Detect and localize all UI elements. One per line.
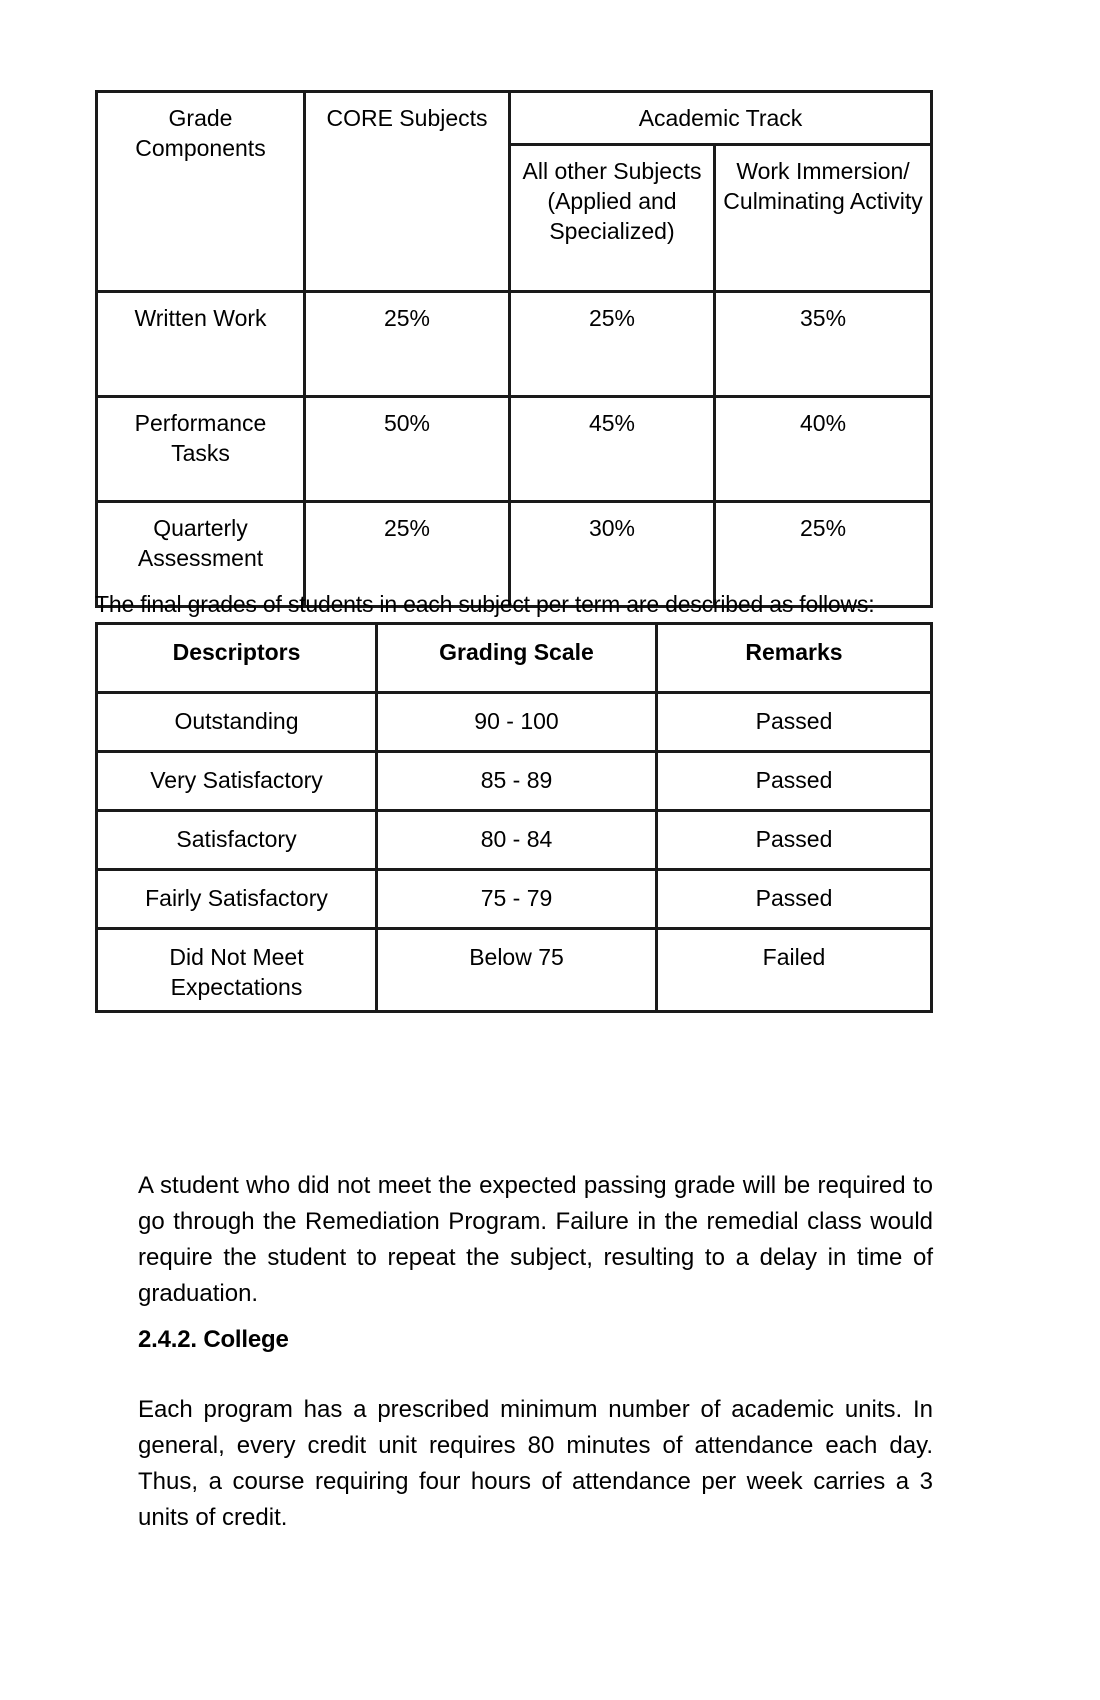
header-all-other-subjects: All other Subjects (Applied and Speciali… xyxy=(508,143,716,293)
cell-scale-fairly-satisfactory: 75 - 79 xyxy=(375,868,658,930)
table-row: Very Satisfactory 85 - 89 Passed xyxy=(95,750,933,812)
cell-component-written-work: Written Work xyxy=(95,290,306,398)
cell-core-written-work: 25% xyxy=(303,290,511,398)
cell-descriptor-fairly-satisfactory: Fairly Satisfactory xyxy=(95,868,378,930)
remediation-paragraph-block: A student who did not meet the expected … xyxy=(138,1168,933,1312)
cell-core-performance-tasks: 50% xyxy=(303,395,511,503)
header-grade-components: Grade Components xyxy=(95,90,306,293)
cell-descriptor-satisfactory: Satisfactory xyxy=(95,809,378,871)
cell-allother-written-work: 25% xyxy=(508,290,716,398)
table-header-row: Grade Components CORE Subjects Academic … xyxy=(95,90,934,293)
section-heading-college: 2.4.2. College xyxy=(138,1326,289,1353)
table-row: Outstanding 90 - 100 Passed xyxy=(95,691,933,753)
header-academic-track: Academic Track xyxy=(507,90,934,146)
intro-sentence: The final grades of students in each sub… xyxy=(95,591,875,617)
cell-remark-did-not-meet-expectations: Failed xyxy=(655,927,933,1013)
table-row: Written Work 25% 25% 35% xyxy=(95,290,934,398)
table-row: Fairly Satisfactory 75 - 79 Passed xyxy=(95,868,933,930)
table-header-row: Descriptors Grading Scale Remarks xyxy=(95,622,933,694)
college-paragraph: Each program has a prescribed minimum nu… xyxy=(138,1396,933,1531)
header-remarks: Remarks xyxy=(655,622,933,694)
table-row: Satisfactory 80 - 84 Passed xyxy=(95,809,933,871)
grading-scale-table: Descriptors Grading Scale Remarks Outsta… xyxy=(95,622,933,1013)
document-page: Grade Components CORE Subjects Academic … xyxy=(0,0,1100,1700)
table-row: Did Not Meet Expectations Below 75 Faile… xyxy=(95,927,933,1013)
cell-scale-outstanding: 90 - 100 xyxy=(375,691,658,753)
cell-workimmersion-performance-tasks: 40% xyxy=(712,395,934,503)
cell-scale-did-not-meet-expectations: Below 75 xyxy=(375,927,658,1013)
header-descriptors: Descriptors xyxy=(95,622,378,694)
cell-descriptor-did-not-meet-expectations: Did Not Meet Expectations xyxy=(95,927,378,1013)
college-paragraph-block: Each program has a prescribed minimum nu… xyxy=(138,1392,933,1536)
cell-remark-fairly-satisfactory: Passed xyxy=(655,868,933,930)
cell-remark-satisfactory: Passed xyxy=(655,809,933,871)
cell-component-performance-tasks: Performance Tasks xyxy=(95,395,306,503)
cell-scale-satisfactory: 80 - 84 xyxy=(375,809,658,871)
cell-workimmersion-written-work: 35% xyxy=(712,290,934,398)
grade-components-table: Grade Components CORE Subjects Academic … xyxy=(95,90,934,608)
header-grading-scale: Grading Scale xyxy=(375,622,658,694)
table-row: Performance Tasks 50% 45% 40% xyxy=(95,395,934,503)
cell-allother-performance-tasks: 45% xyxy=(508,395,716,503)
remediation-paragraph: A student who did not meet the expected … xyxy=(138,1172,933,1307)
header-core-subjects: CORE Subjects xyxy=(303,90,511,293)
cell-scale-very-satisfactory: 85 - 89 xyxy=(375,750,658,812)
header-work-immersion: Work Immersion/ Culminating Activity xyxy=(712,143,934,293)
cell-remark-outstanding: Passed xyxy=(655,691,933,753)
cell-remark-very-satisfactory: Passed xyxy=(655,750,933,812)
cell-descriptor-outstanding: Outstanding xyxy=(95,691,378,753)
cell-descriptor-very-satisfactory: Very Satisfactory xyxy=(95,750,378,812)
